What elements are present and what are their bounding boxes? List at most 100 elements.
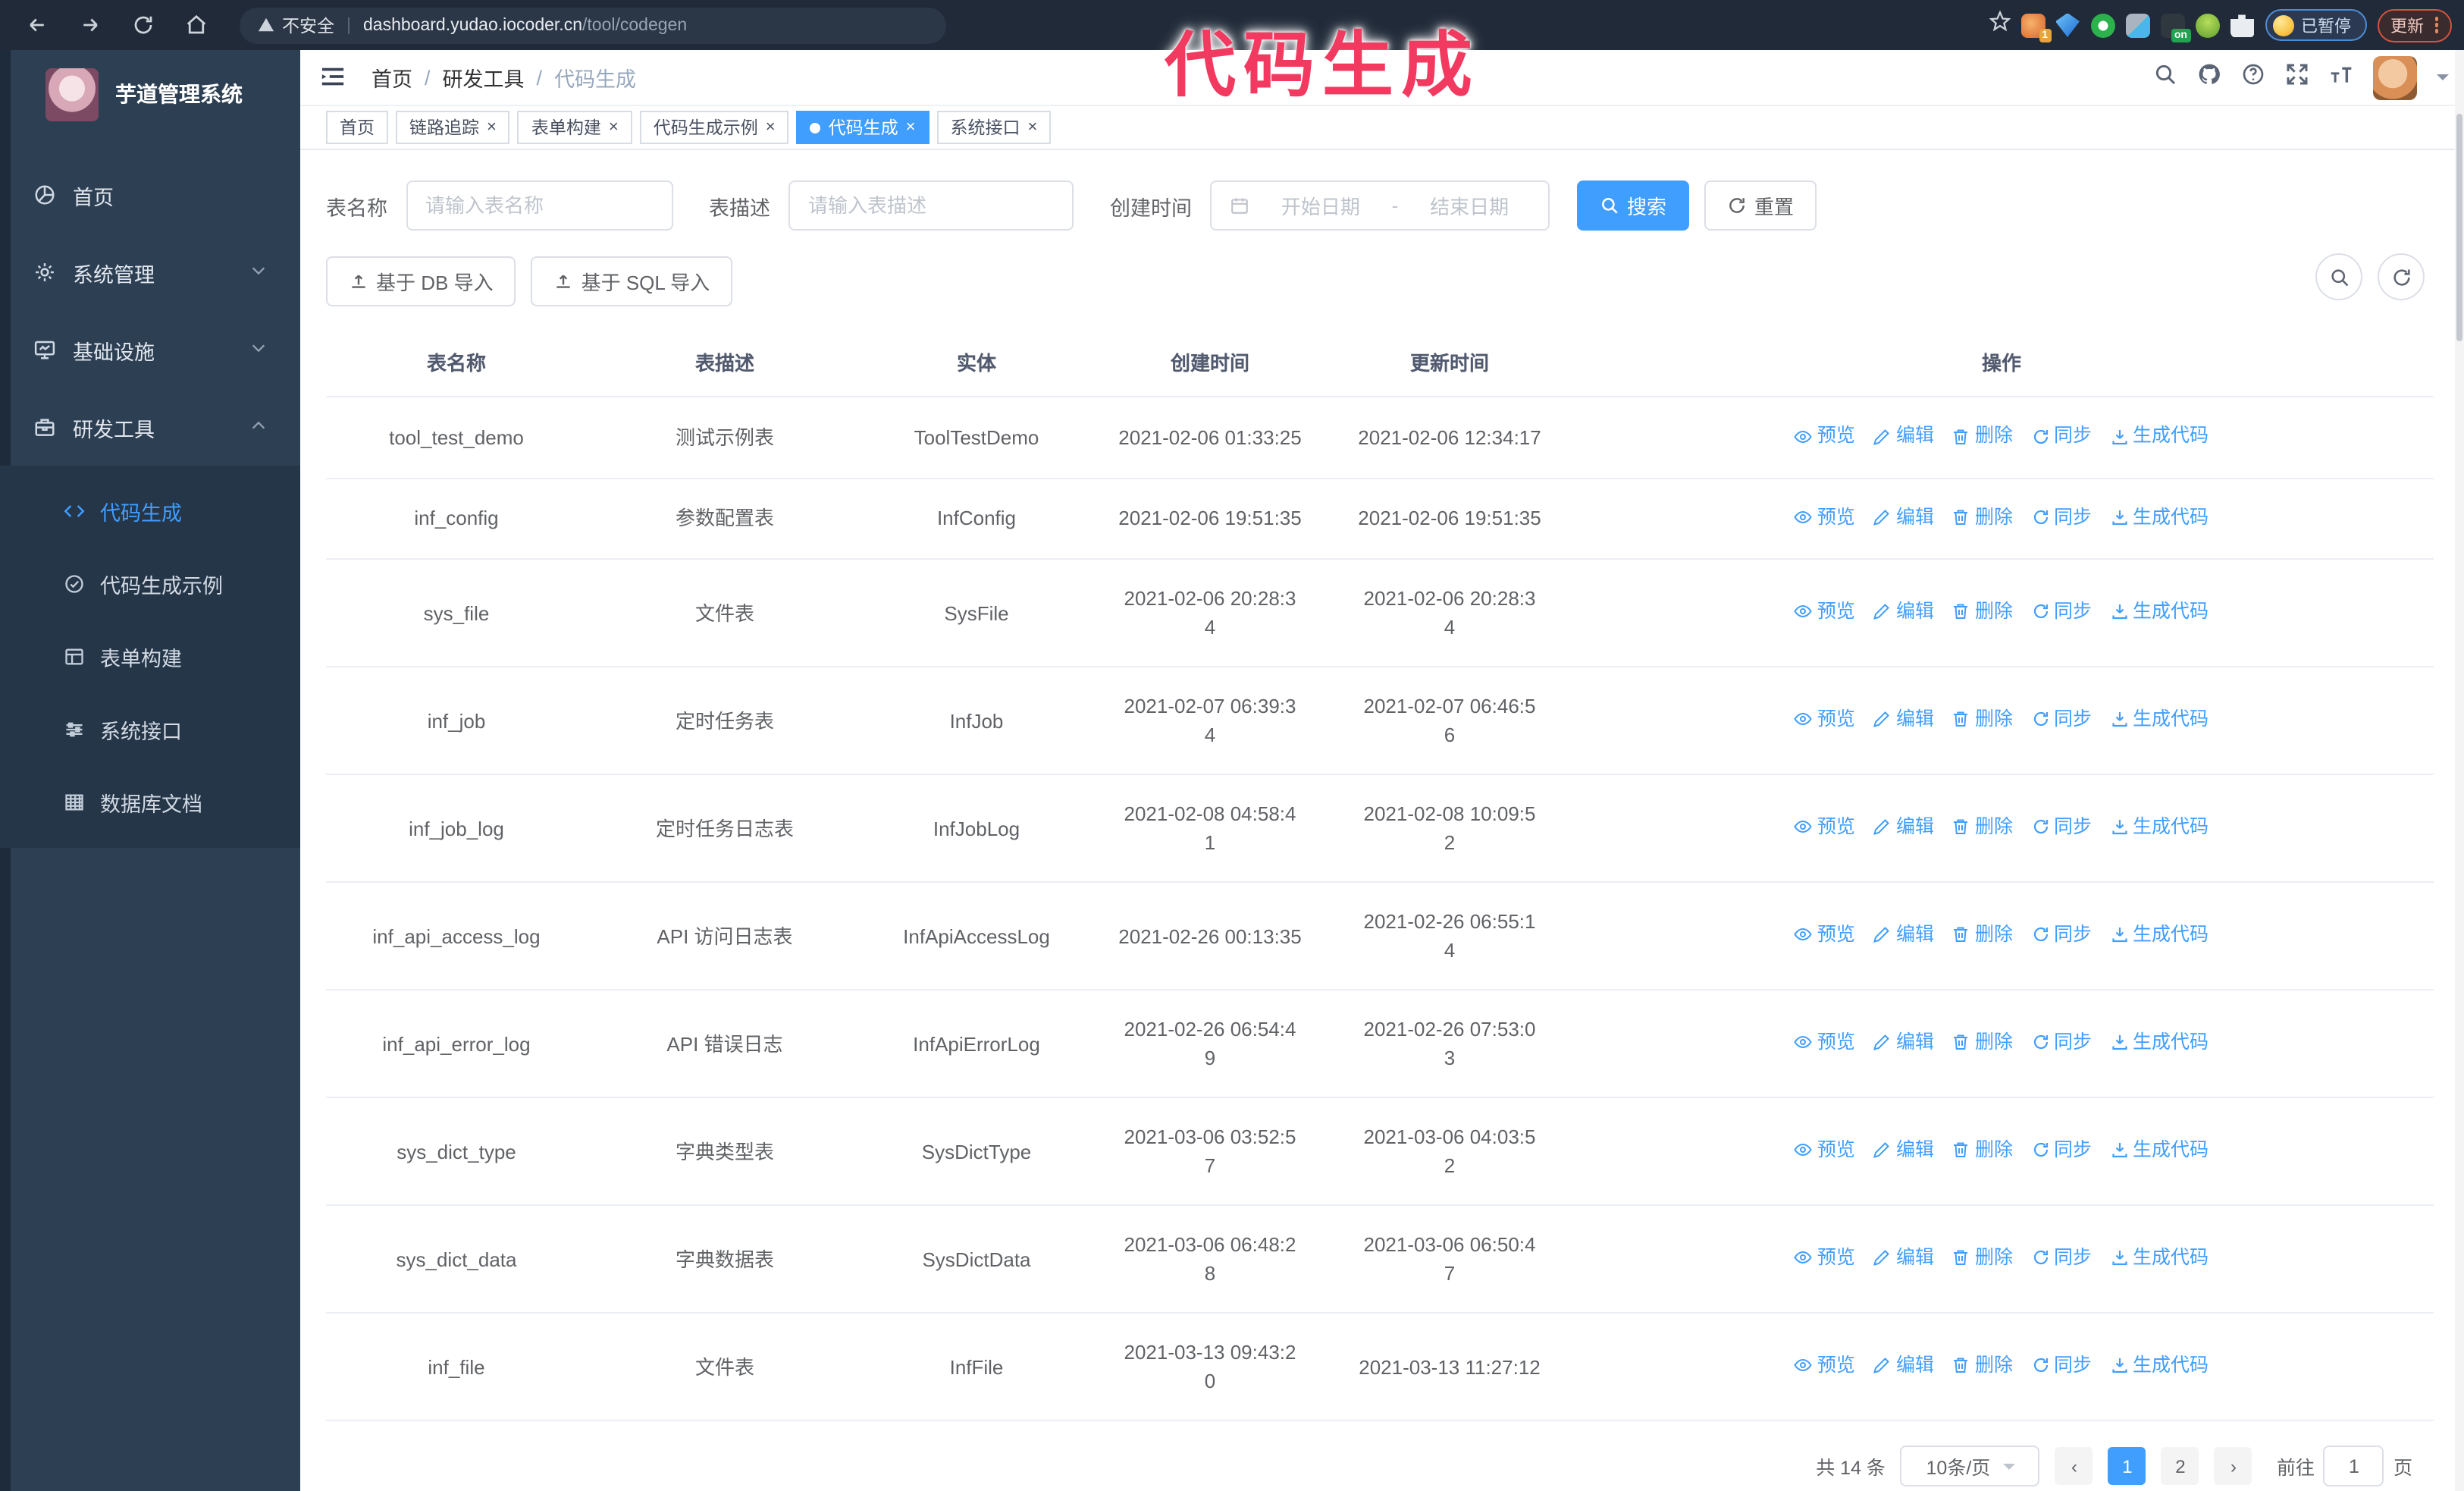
preview-action[interactable]: 预览 — [1795, 422, 1855, 450]
preview-action[interactable]: 预览 — [1795, 1244, 1855, 1273]
preview-action[interactable]: 预览 — [1795, 503, 1855, 532]
close-icon[interactable]: × — [1028, 118, 1038, 136]
tab-system-api[interactable]: 系统接口 × — [936, 111, 1052, 144]
toggle-search-button[interactable] — [2315, 253, 2362, 300]
generate-action[interactable]: 生成代码 — [2110, 705, 2209, 734]
edit-action[interactable]: 编辑 — [1873, 1136, 1934, 1165]
sync-action[interactable]: 同步 — [2031, 1136, 2092, 1165]
table-name-input[interactable] — [425, 194, 653, 217]
sync-action[interactable]: 同步 — [2031, 813, 2092, 842]
bookmark-star-icon[interactable] — [1988, 10, 2011, 39]
breadcrumb-home[interactable]: 首页 — [371, 62, 412, 93]
tab-tracing[interactable]: 链路追踪 × — [396, 111, 510, 144]
home-icon[interactable] — [179, 8, 212, 42]
sync-action[interactable]: 同步 — [2031, 1244, 2092, 1273]
import-sql-button[interactable]: 基于 SQL 导入 — [531, 256, 733, 306]
sync-action[interactable]: 同步 — [2031, 1028, 2092, 1057]
preview-action[interactable]: 预览 — [1795, 1136, 1855, 1165]
delete-action[interactable]: 删除 — [1952, 1244, 2013, 1273]
delete-action[interactable]: 删除 — [1952, 1351, 2013, 1380]
preview-action[interactable]: 预览 — [1795, 598, 1855, 626]
date-range-picker[interactable]: 开始日期 - 结束日期 — [1210, 180, 1550, 231]
delete-action[interactable]: 删除 — [1952, 422, 2013, 450]
delete-action[interactable]: 删除 — [1952, 598, 2013, 626]
tab-codegen[interactable]: 代码生成 × — [796, 111, 929, 144]
refresh-table-button[interactable] — [2378, 253, 2425, 300]
preview-action[interactable]: 预览 — [1795, 705, 1855, 734]
next-page-button[interactable]: › — [2214, 1447, 2252, 1485]
delete-action[interactable]: 删除 — [1952, 921, 2013, 950]
page-size-select[interactable]: 10条/页 — [1900, 1445, 2040, 1486]
extension-icon-gem[interactable] — [2055, 13, 2080, 37]
close-icon[interactable]: × — [487, 118, 497, 136]
sync-action[interactable]: 同步 — [2031, 422, 2092, 450]
forward-icon[interactable] — [73, 8, 106, 42]
sync-action[interactable]: 同步 — [2031, 921, 2092, 950]
sync-action[interactable]: 同步 — [2031, 705, 2092, 734]
generate-action[interactable]: 生成代码 — [2110, 422, 2209, 450]
address-bar[interactable]: 不安全 | dashboard.yudao.iocoder.cn/tool/co… — [240, 7, 946, 43]
github-icon[interactable] — [2197, 61, 2221, 93]
extension-icon-green-check[interactable] — [2090, 13, 2114, 37]
edit-action[interactable]: 编辑 — [1873, 1028, 1934, 1057]
chrome-update-button[interactable]: 更新 — [2377, 8, 2452, 42]
edit-action[interactable]: 编辑 — [1873, 1351, 1934, 1380]
preview-action[interactable]: 预览 — [1795, 1028, 1855, 1057]
help-icon[interactable] — [2241, 61, 2265, 93]
close-icon[interactable]: × — [906, 118, 916, 136]
edit-action[interactable]: 编辑 — [1873, 705, 1934, 734]
font-size-icon[interactable] — [2329, 61, 2353, 93]
edit-action[interactable]: 编辑 — [1873, 503, 1934, 532]
sidebar-item-devtools[interactable]: 研发工具 — [0, 388, 300, 466]
sync-action[interactable]: 同步 — [2031, 598, 2092, 626]
sync-action[interactable]: 同步 — [2031, 1351, 2092, 1380]
edit-action[interactable]: 编辑 — [1873, 1244, 1934, 1273]
close-icon[interactable]: × — [609, 118, 619, 136]
sidebar-item-system-api[interactable]: 系统接口 — [0, 693, 300, 766]
sidebar-item-form-builder[interactable]: 表单构建 — [0, 620, 300, 693]
edit-action[interactable]: 编辑 — [1873, 422, 1934, 450]
generate-action[interactable]: 生成代码 — [2110, 1244, 2209, 1273]
hamburger-icon[interactable] — [320, 64, 347, 91]
sidebar-item-infra[interactable]: 基础设施 — [0, 311, 300, 388]
generate-action[interactable]: 生成代码 — [2110, 503, 2209, 532]
goto-page-input[interactable] — [2323, 1445, 2384, 1486]
generate-action[interactable]: 生成代码 — [2110, 598, 2209, 626]
sidebar-item-system[interactable]: 系统管理 — [0, 234, 300, 311]
reload-icon[interactable] — [126, 8, 159, 42]
breadcrumb-devtools[interactable]: 研发工具 — [443, 62, 525, 93]
delete-action[interactable]: 删除 — [1952, 705, 2013, 734]
extension-icon-figure[interactable] — [2195, 13, 2219, 37]
fullscreen-icon[interactable] — [2285, 61, 2309, 93]
extension-icon-dark[interactable]: on — [2160, 13, 2190, 42]
scrollbar-thumb[interactable] — [2456, 114, 2462, 341]
edit-action[interactable]: 编辑 — [1873, 921, 1934, 950]
table-desc-input[interactable] — [808, 194, 1054, 217]
preview-action[interactable]: 预览 — [1795, 921, 1855, 950]
extension-icon-grid[interactable] — [2125, 13, 2149, 37]
delete-action[interactable]: 删除 — [1952, 813, 2013, 842]
avatar[interactable] — [2373, 55, 2417, 99]
sidebar-item-db-doc[interactable]: 数据库文档 — [0, 766, 300, 839]
sync-action[interactable]: 同步 — [2031, 503, 2092, 532]
preview-action[interactable]: 预览 — [1795, 1351, 1855, 1380]
generate-action[interactable]: 生成代码 — [2110, 813, 2209, 842]
extension-icon-orange[interactable]: 1 — [2020, 13, 2051, 42]
delete-action[interactable]: 删除 — [1952, 503, 2013, 532]
profile-paused-pill[interactable]: 已暂停 — [2265, 9, 2366, 41]
generate-action[interactable]: 生成代码 — [2110, 1028, 2209, 1057]
page-button-1[interactable]: 1 — [2108, 1447, 2146, 1485]
header-search-icon[interactable] — [2153, 61, 2177, 93]
import-db-button[interactable]: 基于 DB 导入 — [326, 256, 516, 306]
generate-action[interactable]: 生成代码 — [2110, 1136, 2209, 1165]
tab-codegen-example[interactable]: 代码生成示例 × — [639, 111, 789, 144]
sidebar-item-codegen-example[interactable]: 代码生成示例 — [0, 548, 300, 620]
edit-action[interactable]: 编辑 — [1873, 813, 1934, 842]
sidebar-item-home[interactable]: 首页 — [0, 156, 300, 234]
page-button-2[interactable]: 2 — [2161, 1447, 2199, 1485]
tab-form-builder[interactable]: 表单构建 × — [517, 111, 632, 144]
back-icon[interactable] — [20, 8, 53, 42]
prev-page-button[interactable]: ‹ — [2055, 1447, 2093, 1485]
close-icon[interactable]: × — [766, 118, 776, 136]
search-button[interactable]: 搜索 — [1577, 180, 1690, 231]
